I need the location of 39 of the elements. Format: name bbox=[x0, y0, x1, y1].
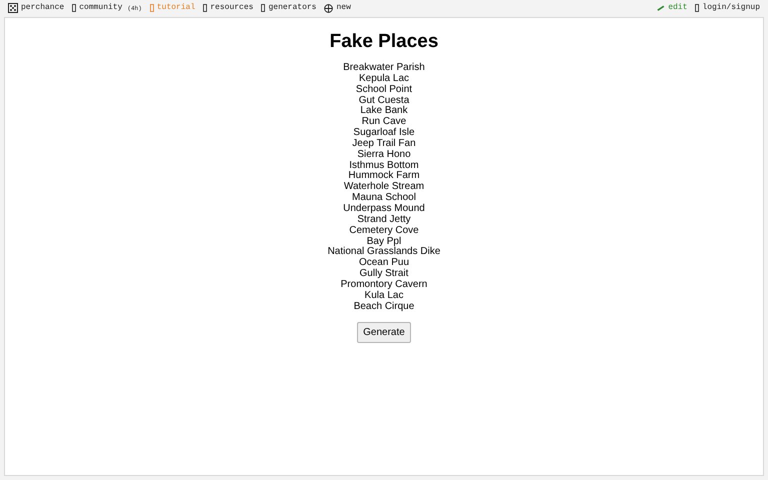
globe-icon bbox=[324, 4, 334, 12]
place-name: Ocean Puu bbox=[358, 258, 410, 268]
place-name: Bay Ppl bbox=[366, 236, 402, 247]
place-name: Isthmus Bottom bbox=[349, 160, 419, 171]
pencil-icon bbox=[657, 5, 666, 11]
dice-icon bbox=[8, 3, 18, 13]
place-name: Cemetery Cove bbox=[349, 226, 419, 236]
place-name: Lake Bank bbox=[360, 106, 408, 117]
nav-link[interactable]: new bbox=[324, 2, 351, 14]
place-name: Run Cave bbox=[362, 117, 406, 128]
placeholder-glyph-icon bbox=[72, 4, 76, 12]
placeholder-glyph-icon bbox=[203, 4, 208, 12]
place-name: School Point bbox=[356, 84, 412, 96]
page-title: Fake Places bbox=[330, 30, 438, 54]
placeholder-glyph-icon bbox=[150, 4, 154, 12]
place-name: Gut Cuesta bbox=[358, 96, 410, 106]
place-name: Gully Strait bbox=[360, 269, 408, 280]
place-name: Breakwater Parish bbox=[343, 63, 425, 74]
place-name: Hummock Farm bbox=[348, 171, 420, 182]
nav-link[interactable]: login/signup bbox=[695, 2, 760, 14]
place-name: Kepula Lac bbox=[358, 74, 410, 84]
placeholder-glyph-icon bbox=[695, 4, 700, 12]
placeholder-glyph-icon bbox=[261, 4, 266, 12]
nav-link[interactable]: perchance bbox=[8, 2, 64, 14]
place-name: Mauna School bbox=[352, 193, 416, 204]
place-name: Sugarloaf Isle bbox=[353, 128, 415, 138]
place-name: Beach Cirque bbox=[354, 302, 414, 312]
place-name: Jeep Trail Fan bbox=[352, 138, 416, 150]
place-name: Underpass Mound bbox=[343, 204, 425, 214]
nav-link[interactable]: edit bbox=[657, 2, 688, 14]
place-name: Strand Jetty bbox=[357, 214, 411, 226]
nav-link[interactable]: resources bbox=[203, 2, 254, 14]
generate-button[interactable]: Generate bbox=[357, 322, 411, 344]
nav-link[interactable]: generators bbox=[261, 2, 316, 14]
place-name: Kula Lac bbox=[364, 290, 404, 302]
place-name: Sierra Hono bbox=[357, 150, 411, 160]
place-name: Waterhole Stream bbox=[344, 182, 424, 192]
place-name: National Grasslands Dike bbox=[328, 247, 440, 258]
place-name: Promontory Cavern bbox=[340, 280, 428, 290]
